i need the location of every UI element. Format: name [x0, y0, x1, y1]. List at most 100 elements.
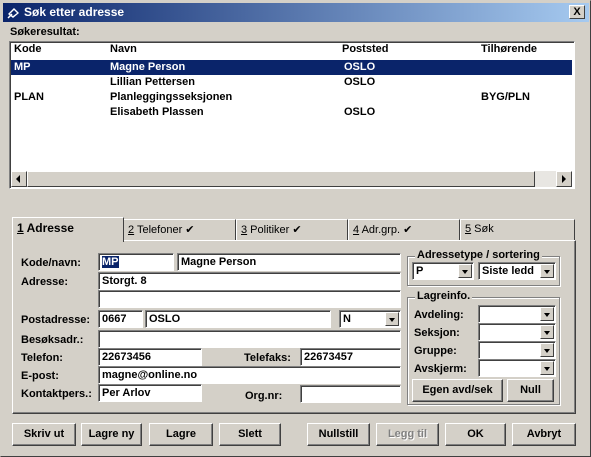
scroll-right-button[interactable] — [556, 171, 572, 187]
cell-poststed: OSLO — [344, 61, 376, 73]
adresse-label: Adresse: — [21, 276, 69, 288]
cell-poststed: OSLO — [344, 106, 376, 118]
land-combo[interactable]: N — [339, 310, 401, 328]
seksjon-label: Seksjon: — [414, 327, 460, 339]
telefon-label: Telefon: — [21, 352, 63, 364]
avskjerm-label: Avskjerm: — [414, 363, 467, 375]
null-button[interactable]: Null — [507, 379, 554, 402]
orgnr-field[interactable] — [300, 385, 401, 403]
postnr-field[interactable]: 0667 — [98, 310, 143, 328]
gruppe-combo[interactable] — [478, 341, 556, 359]
chevron-down-icon[interactable] — [540, 325, 554, 339]
column-header-tilhorende[interactable]: Tilhørende — [481, 43, 537, 58]
scroll-left-button[interactable] — [11, 171, 27, 187]
avdeling-label: Avdeling: — [414, 309, 464, 321]
legg-til-button[interactable]: Legg til — [376, 423, 439, 446]
epost-field[interactable]: magne@online.no — [98, 366, 401, 384]
close-icon: X — [573, 6, 581, 18]
cell-navn: Magne Person — [110, 61, 186, 73]
lagre-ny-button[interactable]: Lagre ny — [81, 423, 142, 446]
window-title: Søk etter adresse — [24, 5, 125, 19]
orgnr-label: Org.nr: — [245, 390, 283, 402]
check-icon: ✔ — [403, 224, 413, 236]
kode-navn-label: Kode/navn: — [21, 257, 81, 269]
ok-button[interactable]: OK — [445, 423, 506, 446]
cell-navn: Planleggingsseksjonen — [110, 91, 233, 103]
check-icon: ✔ — [292, 224, 302, 236]
check-icon: ✔ — [185, 224, 195, 236]
postadresse-label: Postadresse: — [21, 314, 91, 326]
sortering-combo[interactable]: Siste ledd — [478, 262, 556, 280]
nullstill-button[interactable]: Nullstill — [307, 423, 370, 446]
chevron-down-icon[interactable] — [540, 264, 554, 278]
table-row[interactable]: Elisabeth Plassen OSLO — [11, 105, 572, 120]
adressetype-combo[interactable]: P — [412, 262, 474, 280]
sortering-value: Siste ledd — [482, 265, 534, 277]
tab-telefoner[interactable]: 2 Telefoner ✔ — [123, 219, 236, 240]
cell-tilhorende: BYG/PLN — [481, 91, 530, 103]
chevron-down-icon[interactable] — [540, 307, 554, 321]
close-button[interactable]: X — [569, 5, 585, 19]
chevron-down-icon[interactable] — [540, 361, 554, 375]
cell-kode: MP — [14, 61, 31, 73]
gruppe-label: Gruppe: — [414, 345, 457, 357]
cell-navn: Lillian Pettersen — [110, 76, 195, 88]
egen-avd-sek-button[interactable]: Egen avd/sek — [412, 379, 503, 402]
chevron-down-icon[interactable] — [540, 343, 554, 357]
table-row[interactable]: Lillian Pettersen OSLO — [11, 75, 572, 90]
cell-kode: PLAN — [14, 91, 44, 103]
lagre-button[interactable]: Lagre — [149, 423, 213, 446]
cell-poststed: OSLO — [344, 76, 376, 88]
navn-field[interactable]: Magne Person — [177, 253, 401, 271]
slett-button[interactable]: Slett — [219, 423, 281, 446]
chevron-down-icon[interactable] — [458, 264, 472, 278]
tab-label: Søk — [471, 223, 494, 235]
tab-politiker[interactable]: 3 Politiker ✔ — [236, 219, 348, 240]
results-label: Søkeresultat: — [10, 26, 80, 38]
telefon-field[interactable]: 22673456 — [98, 348, 202, 366]
adressetype-title: Adressetype / sortering — [415, 249, 542, 261]
tab-number: 1 — [17, 221, 24, 235]
tab-sok[interactable]: 5 Søk — [460, 219, 575, 240]
skriv-ut-button[interactable]: Skriv ut — [12, 423, 76, 446]
kode-field[interactable]: MP — [98, 253, 174, 271]
chevron-down-icon[interactable] — [385, 312, 399, 326]
lagreinfo-title: Lagreinfo. — [415, 290, 473, 302]
scroll-thumb[interactable] — [27, 171, 535, 187]
horizontal-scrollbar[interactable] — [11, 171, 572, 187]
adresse-field[interactable]: Storgt. 8 — [98, 272, 401, 290]
table-row[interactable]: MP Magne Person OSLO — [11, 60, 572, 75]
avdeling-combo[interactable] — [478, 305, 556, 323]
column-header-kode[interactable]: Kode — [14, 43, 42, 58]
results-list[interactable]: Kode Navn Poststed Tilhørende MP Magne P… — [9, 41, 575, 189]
title-bar[interactable]: Søk etter adresse X — [3, 3, 589, 22]
epost-label: E-post: — [21, 370, 59, 382]
telefaks-label: Telefaks: — [244, 352, 291, 364]
adresse2-field[interactable] — [98, 290, 401, 308]
land-value: N — [343, 313, 351, 325]
column-header-poststed[interactable]: Poststed — [342, 43, 388, 58]
arrow-left-icon — [16, 175, 20, 183]
besoksadr-field[interactable] — [98, 330, 401, 348]
avbryt-button[interactable]: Avbryt — [512, 423, 576, 446]
poststed-field[interactable]: OSLO — [145, 310, 331, 328]
tab-adr-grp[interactable]: 4 Adr.grp. ✔ — [348, 219, 460, 240]
tab-label: Politiker — [247, 224, 293, 236]
app-icon — [7, 8, 19, 19]
arrow-right-icon — [562, 175, 566, 183]
avskjerm-combo[interactable] — [478, 359, 556, 377]
seksjon-combo[interactable] — [478, 323, 556, 341]
cell-navn: Elisabeth Plassen — [110, 106, 204, 118]
kontaktpers-label: Kontaktpers.: — [21, 388, 92, 400]
tab-label: Telefoner — [134, 224, 186, 236]
besoksadr-label: Besøksadr.: — [21, 334, 84, 346]
telefaks-field[interactable]: 22673457 — [300, 348, 401, 366]
kode-value: MP — [102, 256, 119, 268]
column-header-navn[interactable]: Navn — [110, 43, 137, 58]
kontaktpers-field[interactable]: Per Arlov — [98, 384, 202, 402]
tab-label: Adr.grp. — [359, 224, 404, 236]
adressetype-value: P — [416, 265, 424, 277]
tab-adresse[interactable]: 1 Adresse — [12, 217, 124, 242]
tab-label: Adresse — [23, 221, 74, 235]
table-row[interactable]: PLAN Planleggingsseksjonen BYG/PLN — [11, 90, 572, 105]
